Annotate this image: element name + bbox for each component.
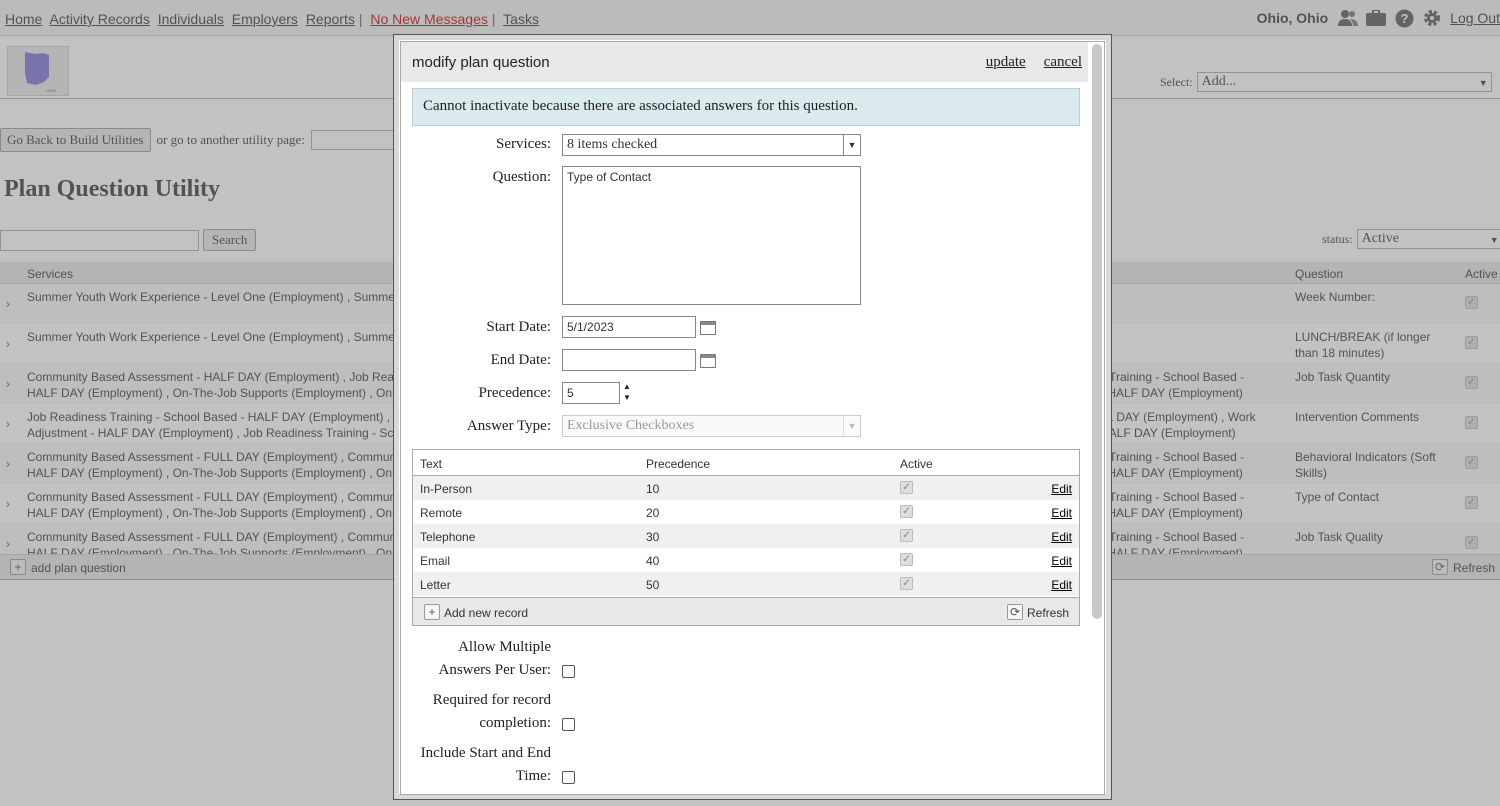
answers-refresh-link[interactable]: Refresh [1027,606,1069,620]
col-text[interactable]: Text [420,457,442,471]
allow-multiple-checkbox[interactable] [562,665,575,678]
answer-active-checkbox: ✓ [900,529,913,542]
spinner-arrows-icon[interactable]: ▲ ▼ [623,381,631,403]
answer-row[interactable]: Email 40 ✓ Edit [413,548,1079,572]
answers-header: Text Precedence Active [413,450,1079,476]
answer-precedence: 40 [646,554,660,568]
inactivate-notice: Cannot inactivate because there are asso… [412,88,1080,126]
required-label: Required for record [432,692,551,708]
start-date-input[interactable]: 5/1/2023 [562,316,696,338]
chevron-down-icon: ▼ [843,416,860,436]
answer-type-value: Exclusive Checkboxes [567,418,695,433]
dialog-title: modify plan question [412,54,550,71]
edit-link[interactable]: Edit [1051,578,1072,592]
include-time-label: Time: [515,768,551,784]
answer-active-checkbox: ✓ [900,481,913,494]
chevron-down-icon[interactable]: ▼ [843,135,860,155]
answer-active-checkbox: ✓ [900,505,913,518]
required-label: completion: [479,715,551,731]
answer-row[interactable]: Letter 50 ✓ Edit [413,572,1079,596]
services-multiselect[interactable]: 8 items checked ▼ [562,134,861,156]
answer-active-checkbox: ✓ [900,553,913,566]
allow-multiple-label: Answers Per User: [438,662,551,678]
question-textarea[interactable]: Type of Contact [562,166,861,305]
services-label: Services: [496,136,551,152]
answer-precedence: 20 [646,506,660,520]
answers-body: In-Person 10 ✓ Edit Remote 20 ✓ Edit Telephone… [413,476,1079,596]
col-precedence[interactable]: Precedence [646,457,710,471]
answer-row[interactable]: Telephone 30 ✓ Edit [413,524,1079,548]
answer-precedence: 10 [646,482,660,496]
end-date-input[interactable] [562,349,696,371]
answers-grid: Text Precedence Active In-Person 10 ✓ Edit … [412,449,1080,626]
include-time-label: Include Start and End [420,745,551,761]
dialog-scrollbar[interactable] [1092,44,1102,619]
answer-type-select[interactable]: Exclusive Checkboxes ▼ [562,415,861,437]
question-label: Question: [492,169,551,185]
answer-type-label: Answer Type: [466,418,551,434]
allow-multiple-label: Allow Multiple [458,639,551,655]
answer-precedence: 30 [646,530,660,544]
refresh-icon[interactable]: ⟳ [1007,604,1023,620]
answers-footer: + Add new record ⟳ Refresh [413,597,1079,625]
end-date-label: End Date: [490,352,551,368]
edit-link[interactable]: Edit [1051,554,1072,568]
modify-plan-question-dialog: modify plan question update cancel Canno… [393,34,1112,800]
dialog-actions: update cancel [986,54,1082,71]
answer-text: In-Person [420,482,473,496]
cancel-link[interactable]: cancel [1044,54,1082,71]
answer-row[interactable]: Remote 20 ✓ Edit [413,500,1079,524]
update-link[interactable]: update [986,54,1026,71]
answer-precedence: 50 [646,578,660,592]
answer-active-checkbox: ✓ [900,577,913,590]
precedence-label: Precedence: [478,385,551,401]
include-time-checkbox[interactable] [562,771,575,784]
plus-icon[interactable]: + [424,604,440,620]
precedence-input[interactable]: 5 [562,382,620,404]
required-checkbox[interactable] [562,718,575,731]
col-active[interactable]: Active [900,457,933,471]
start-date-label: Start Date: [486,319,551,335]
dialog-body: modify plan question update cancel Canno… [400,41,1105,795]
answer-text: Email [420,554,451,568]
answer-text: Letter [420,578,451,592]
edit-link[interactable]: Edit [1051,506,1072,520]
answer-text: Telephone [420,530,476,544]
edit-link[interactable]: Edit [1051,530,1072,544]
add-new-record-link[interactable]: Add new record [444,606,528,620]
edit-link[interactable]: Edit [1051,482,1072,496]
answer-row[interactable]: In-Person 10 ✓ Edit [413,476,1079,500]
services-value: 8 items checked [567,137,658,152]
dialog-titlebar: modify plan question update cancel [401,42,1088,82]
calendar-icon[interactable] [700,321,716,335]
calendar-icon[interactable] [700,354,716,368]
answer-text: Remote [420,506,463,520]
